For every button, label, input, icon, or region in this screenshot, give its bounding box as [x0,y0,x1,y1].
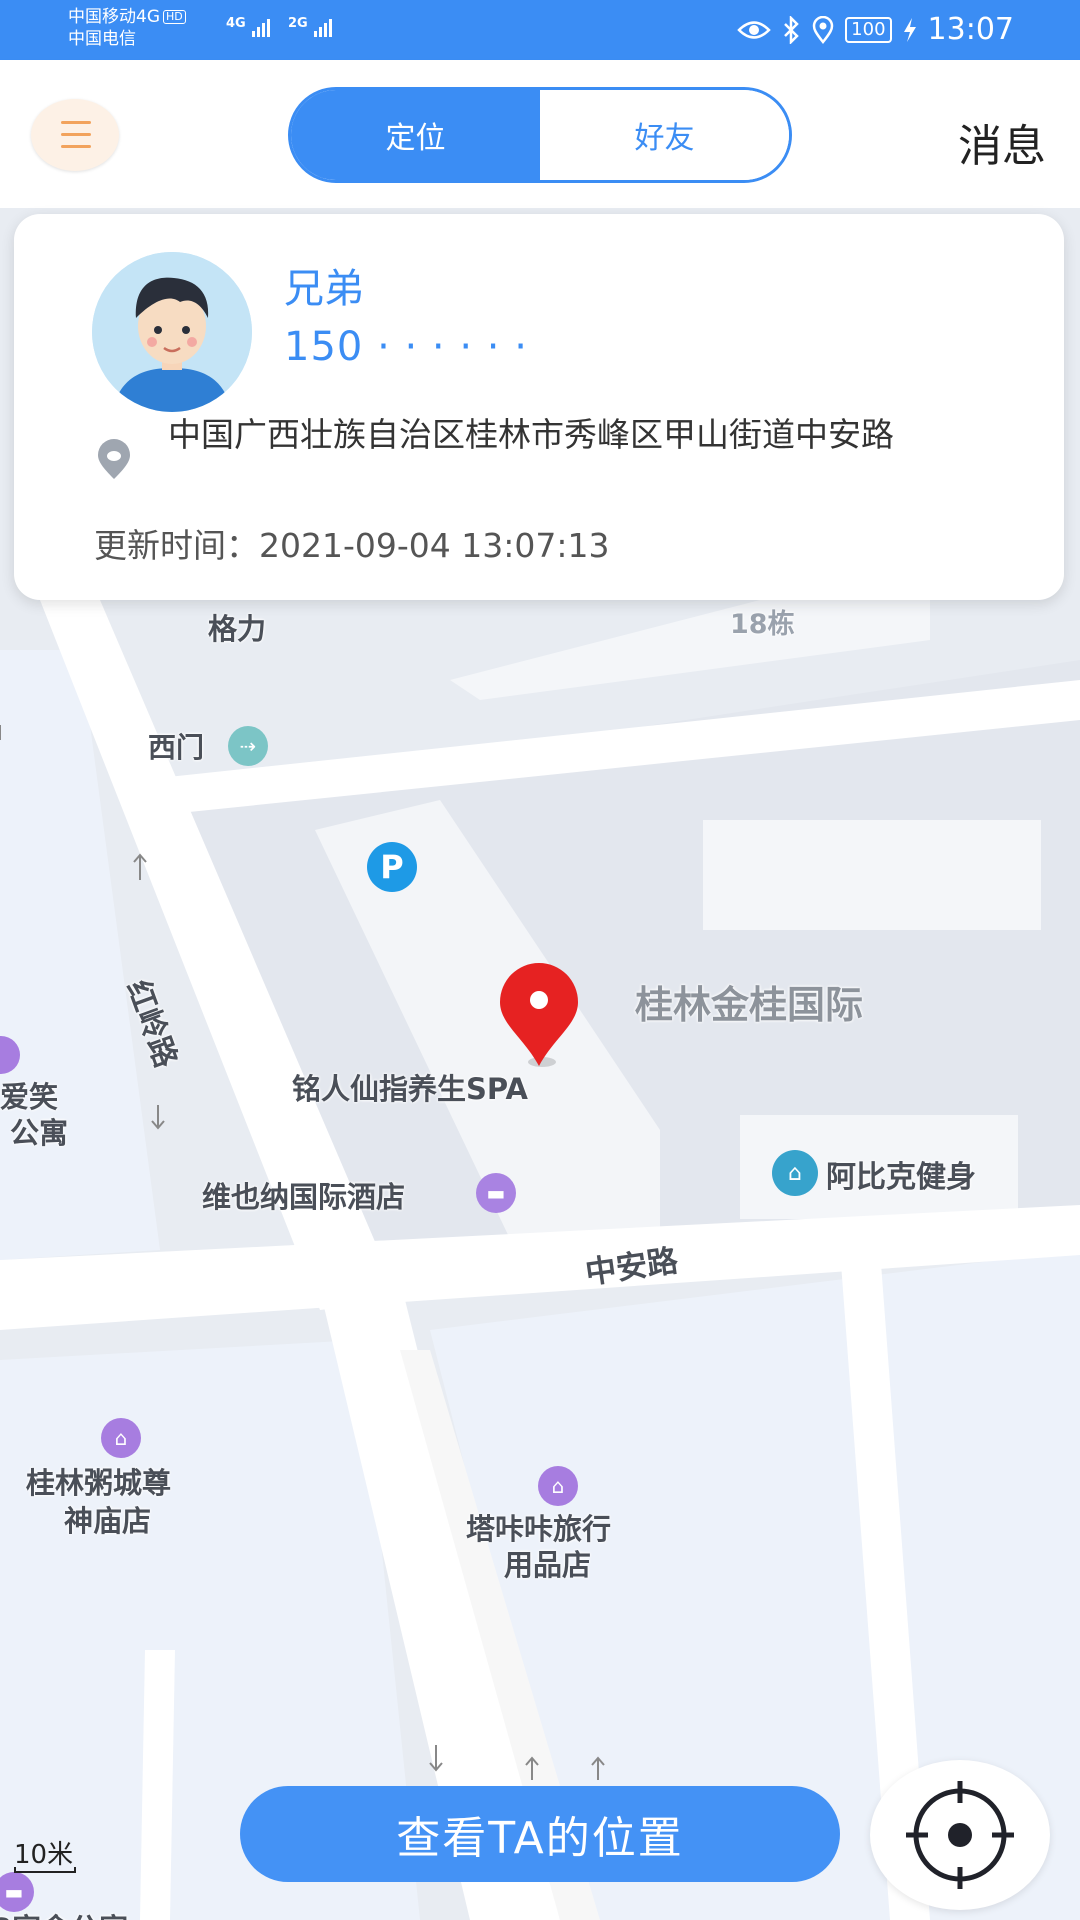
fitness-icon[interactable]: ⌂ [772,1150,818,1196]
update-label: 更新时间： [94,526,259,565]
map-label-congcheng-2[interactable]: 神庙店 [64,1498,151,1540]
update-time: 更新时间：2021-09-04 13:07:13 [94,519,609,567]
signal-2-label: 2G [288,16,308,31]
exit-icon: ⇢ [228,726,268,766]
shop-icon[interactable]: ⌂ [101,1418,141,1458]
parking-icon[interactable]: P [367,842,417,892]
recenter-button[interactable] [870,1760,1050,1910]
location-marker-icon [98,439,130,479]
friend-info-card: 兄弟 150 · · · · · · 中国广西壮族自治区桂林市秀峰区甲山街道中安… [14,214,1064,600]
shop-icon[interactable]: ⌂ [538,1466,578,1506]
battery-icon: 100 [845,17,892,43]
carrier-1: 中国移动4G [68,7,160,27]
view-location-button[interactable]: 查看TA的位置 [240,1786,840,1882]
crosshair-icon [906,1781,1014,1889]
map-label-jingui[interactable]: 桂林金桂国际 [635,974,863,1029]
app-root: 中国移动4G HD 中国电信 4G 2G 100 13:07 定位 好友 消息 … [0,0,1080,1920]
location-pin-icon[interactable] [496,962,582,1072]
location-icon [812,16,834,44]
map-label-bottom-apartment[interactable]: 3宿舍公寓 [0,1906,128,1920]
map-label-gongyu[interactable]: 公寓 [10,1110,68,1152]
map-scale-bar [14,1867,76,1873]
map-label-hotel[interactable]: 维也纳国际酒店 [202,1174,405,1216]
signal-2: 2G [288,16,334,37]
map-label-takaka-2[interactable]: 用品店 [504,1542,591,1584]
eye-icon [737,21,771,39]
signal-bars-icon [252,19,272,37]
charging-icon [903,18,916,42]
messages-button[interactable]: 消息 [958,110,1046,174]
update-value: 2021-09-04 13:07:13 [259,526,610,565]
tab-locate[interactable]: 定位 [291,90,540,180]
signal-bars-icon [314,19,334,37]
friend-name: 兄弟 [284,266,364,312]
clock: 13:07 [927,12,1014,47]
tab-friends[interactable]: 好友 [540,90,789,180]
friend-address: 中国广西壮族自治区桂林市秀峰区甲山街道中安路 [168,415,894,454]
signal-1-label: 4G [226,16,246,31]
avatar [92,252,252,412]
map-label-congcheng-1[interactable]: 桂林粥城尊 [26,1460,171,1502]
map-label-building18[interactable]: 18栋 [730,602,795,641]
avatar-image [92,252,252,412]
friend-phone: 150 · · · · · · [284,324,528,370]
status-right: 100 13:07 [737,12,1014,48]
map-scale-label: 10米 [14,1840,74,1870]
map-label-spa[interactable]: 铭人仙指养生SPA [292,1066,528,1108]
bluetooth-icon [784,16,799,44]
signal-1: 4G [226,16,272,37]
hd-badge: HD [163,10,186,24]
map-label-geli[interactable]: 格力 [208,606,266,648]
top-header: 定位 好友 消息 [0,60,1080,208]
tab-switch: 定位 好友 [288,87,792,183]
carrier-info: 中国移动4G HD 中国电信 [68,6,186,50]
menu-button[interactable] [31,99,119,171]
hotel-icon[interactable]: ▬ [476,1173,516,1213]
map-label-ximen[interactable]: 西门 [148,726,204,766]
carrier-2: 中国电信 [68,29,136,49]
map-label-fitness[interactable]: 阿比克健身 [826,1152,976,1196]
status-bar: 中国移动4G HD 中国电信 4G 2G 100 13:07 [0,0,1080,60]
